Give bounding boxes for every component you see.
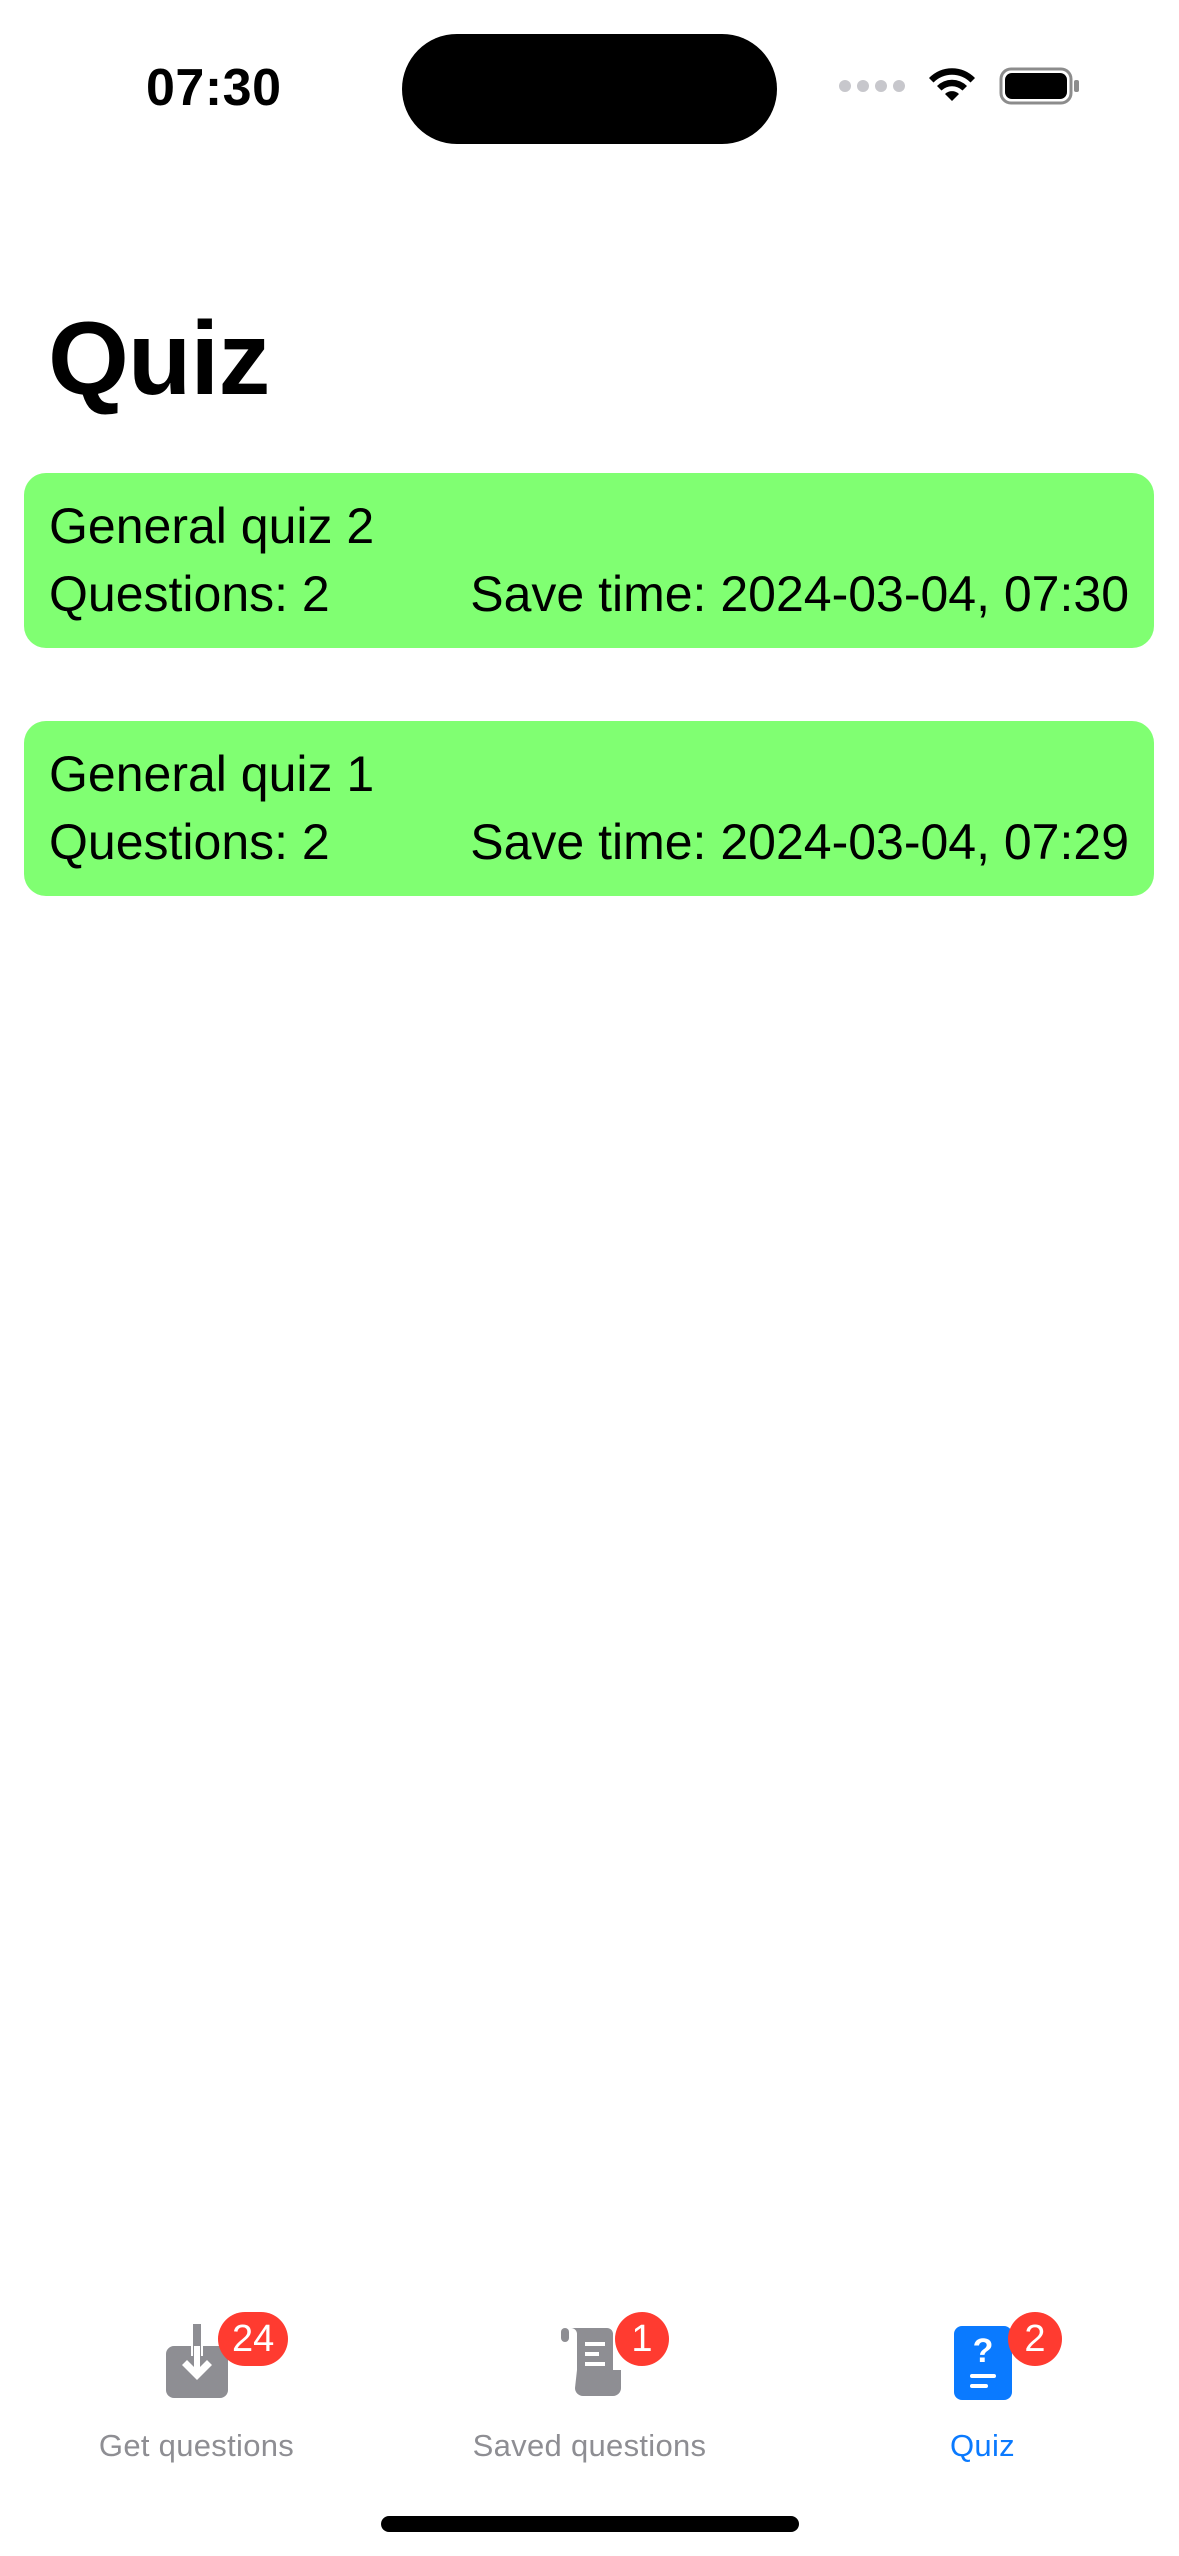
quiz-question-count: Questions: 2: [49, 814, 330, 870]
quiz-save-time: Save time: 2024-03-04, 07:30: [470, 566, 1129, 622]
tab-badge: 1: [615, 2312, 669, 2366]
quiz-save-time: Save time: 2024-03-04, 07:29: [470, 814, 1129, 870]
quiz-icon: ?: [953, 2326, 1012, 2400]
dynamic-island: [402, 34, 777, 144]
battery-icon: [999, 67, 1079, 105]
tab-bar: 24 Get questions 1 Saved questions ? 2 Q…: [0, 2300, 1179, 2500]
tab-badge: 2: [1008, 2312, 1062, 2366]
home-indicator[interactable]: [381, 2516, 799, 2532]
scroll-icon: [560, 2328, 621, 2396]
tab-get-questions[interactable]: 24 Get questions: [0, 2300, 393, 2500]
tab-label: Get questions: [98, 2428, 295, 2463]
quiz-name: General quiz 1: [49, 746, 375, 802]
quiz-question-count: Questions: 2: [49, 566, 330, 622]
tab-saved-questions[interactable]: 1 Saved questions: [393, 2300, 786, 2500]
cellular-signal-icon: [839, 80, 905, 92]
tab-label: Quiz: [950, 2428, 1015, 2463]
tab-label: Saved questions: [472, 2428, 707, 2463]
page-title: Quiz: [48, 301, 270, 417]
svg-text:?: ?: [972, 2332, 993, 2370]
tab-quiz[interactable]: ? 2 Quiz: [786, 2300, 1179, 2500]
quiz-card[interactable]: General quiz 2 Questions: 2 Save time: 2…: [24, 473, 1154, 648]
quiz-name: General quiz 2: [49, 498, 375, 554]
status-time: 07:30: [146, 59, 282, 117]
tab-badge: 24: [218, 2312, 289, 2366]
quiz-card[interactable]: General quiz 1 Questions: 2 Save time: 2…: [24, 721, 1154, 896]
wifi-icon: [929, 68, 975, 101]
status-icons: [839, 64, 1081, 108]
